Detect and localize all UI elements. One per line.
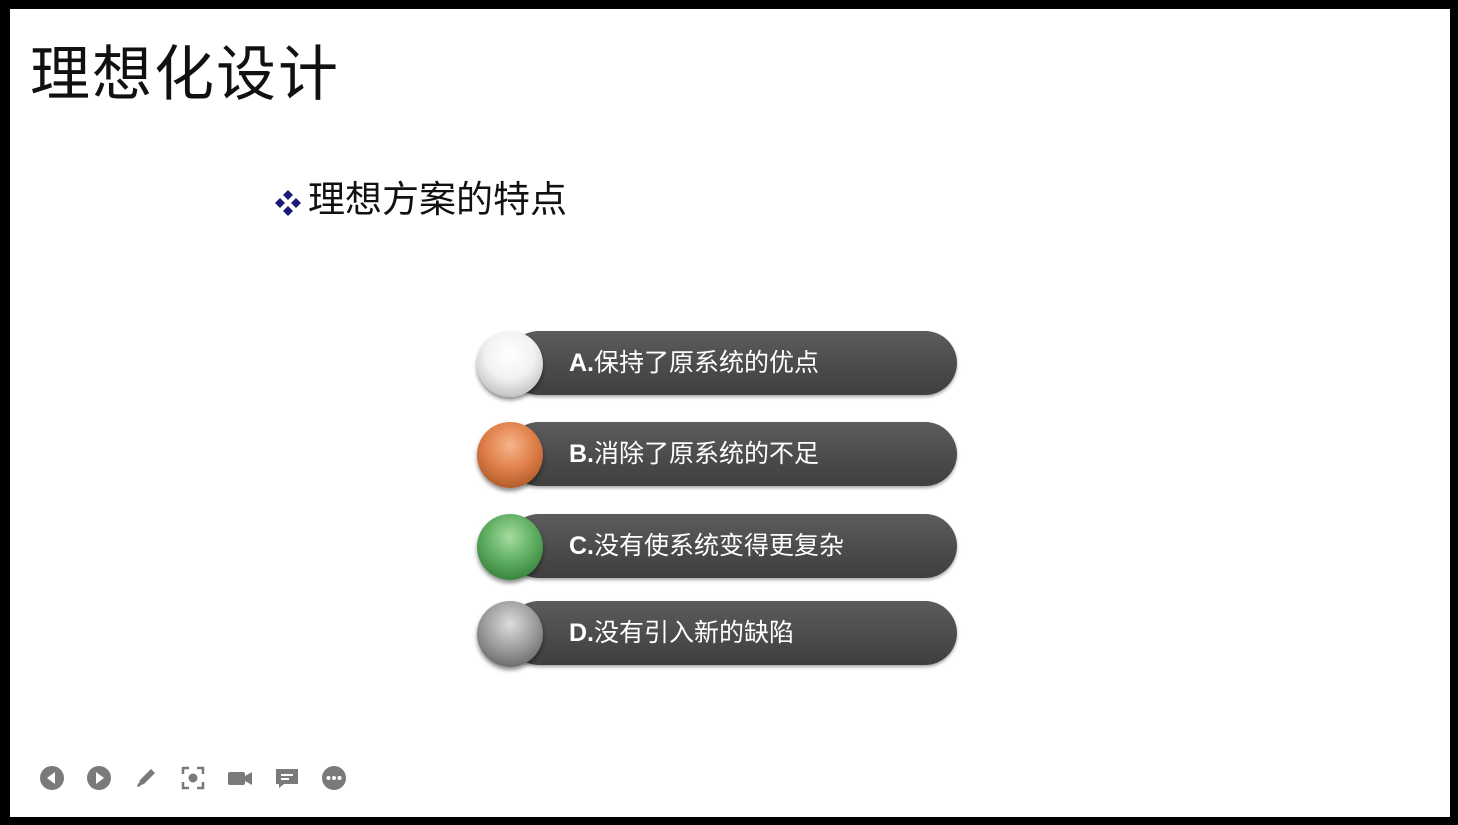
previous-icon	[40, 766, 64, 790]
list-item-b: B.消除了原系统的不足	[477, 422, 961, 488]
pen-button[interactable]	[130, 762, 162, 794]
item-text: 没有使系统变得更复杂	[594, 531, 845, 560]
item-label: B.消除了原系统的不足	[569, 422, 819, 486]
item-text: 消除了原系统的不足	[594, 439, 820, 468]
presentation-toolbar	[36, 762, 365, 794]
camera-icon	[228, 772, 252, 785]
diamond-bullet-icon	[272, 184, 304, 216]
list-item-c: C.没有使系统变得更复杂	[477, 514, 961, 580]
green-sphere-icon	[477, 514, 543, 580]
item-letter: D.	[569, 619, 594, 647]
pen-icon	[137, 769, 155, 787]
screenshot-icon	[181, 766, 205, 790]
next-icon	[87, 766, 111, 790]
subtitle: 理想方案的特点	[272, 177, 567, 223]
item-text: 没有引入新的缺陷	[594, 618, 795, 647]
comment-button[interactable]	[271, 762, 303, 794]
item-text: 保持了原系统的优点	[594, 348, 820, 377]
more-button[interactable]	[318, 762, 350, 794]
item-label: D.没有引入新的缺陷	[569, 601, 794, 665]
more-icon	[322, 766, 346, 790]
item-letter: C.	[569, 532, 594, 560]
screenshot-button[interactable]	[177, 762, 209, 794]
white-sphere-icon	[477, 331, 543, 397]
item-letter: B.	[569, 440, 594, 468]
comment-icon	[276, 769, 298, 788]
slide-title: 理想化设计	[30, 40, 340, 110]
slide: 理想化设计 理想方案的特点 A.保持了原系统的优点 B.消除了原系统的不足 C.…	[10, 9, 1450, 817]
item-label: A.保持了原系统的优点	[569, 331, 819, 395]
orange-sphere-icon	[477, 422, 543, 488]
camera-button[interactable]	[224, 762, 256, 794]
item-letter: A.	[569, 349, 594, 377]
previous-button[interactable]	[36, 762, 68, 794]
item-label: C.没有使系统变得更复杂	[569, 514, 844, 578]
list-item-d: D.没有引入新的缺陷	[477, 601, 961, 667]
gray-sphere-icon	[477, 601, 543, 667]
next-button[interactable]	[83, 762, 115, 794]
subtitle-text: 理想方案的特点	[308, 178, 567, 221]
list-item-a: A.保持了原系统的优点	[477, 331, 961, 397]
